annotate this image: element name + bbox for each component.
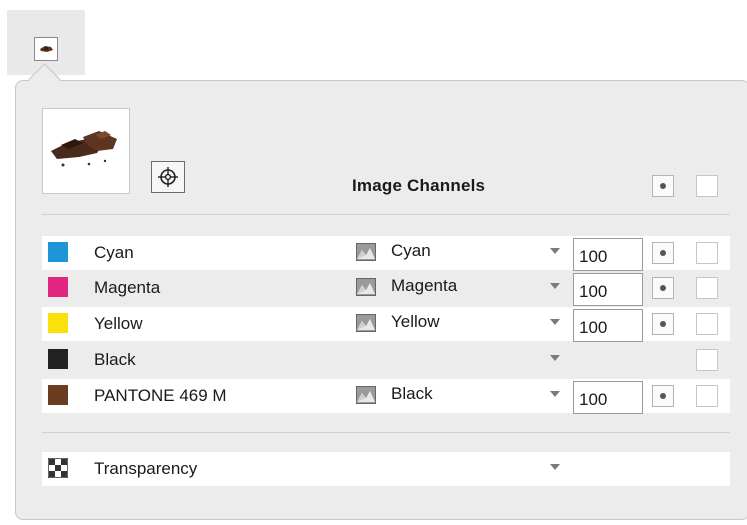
channel-checkbox[interactable] <box>696 385 718 407</box>
channel-checkbox[interactable] <box>696 242 718 264</box>
target-button[interactable] <box>151 161 185 193</box>
channel-row[interactable]: Black <box>42 343 730 377</box>
channel-name: PANTONE 469 M <box>94 386 227 405</box>
channel-color-swatch <box>48 313 68 333</box>
channel-radio[interactable] <box>652 277 674 299</box>
opacity-input[interactable]: 100 <box>573 238 643 271</box>
source-channel-label: Cyan <box>391 241 431 260</box>
image-channel-icon <box>356 314 376 332</box>
channel-checkbox[interactable] <box>696 277 718 299</box>
channel-row[interactable]: PANTONE 469 M Black 100 <box>42 379 730 414</box>
channel-radio[interactable] <box>652 242 674 264</box>
header-checkbox[interactable] <box>696 175 718 197</box>
source-dropdown-arrow[interactable] <box>550 283 560 289</box>
channel-color-swatch <box>48 385 68 405</box>
channel-checkbox[interactable] <box>696 313 718 335</box>
source-dropdown-arrow[interactable] <box>550 355 560 361</box>
chocolate-thumbnail-icon <box>34 37 58 61</box>
image-channel-icon <box>356 243 376 261</box>
channel-name: Yellow <box>94 314 143 333</box>
channel-radio[interactable] <box>652 385 674 407</box>
channel-checkbox[interactable] <box>696 349 718 371</box>
channel-radio[interactable] <box>652 313 674 335</box>
source-channel-label: Yellow <box>391 312 440 331</box>
transparency-row[interactable]: Transparency <box>42 452 730 486</box>
channel-row[interactable]: Yellow Yellow 100 <box>42 307 730 342</box>
divider <box>42 214 730 215</box>
channel-row[interactable]: Magenta Magenta 100 <box>42 271 730 306</box>
crosshair-icon <box>158 167 178 187</box>
opacity-input[interactable]: 100 <box>573 273 643 306</box>
channel-name: Magenta <box>94 278 161 297</box>
source-dropdown-arrow[interactable] <box>550 391 560 397</box>
transparency-label: Transparency <box>94 459 198 478</box>
header-radio[interactable] <box>652 175 674 197</box>
divider <box>42 432 730 433</box>
image-thumbnail <box>42 108 130 194</box>
image-channel-icon <box>356 386 376 404</box>
panel-title: Image Channels <box>352 176 486 195</box>
opacity-input[interactable]: 100 <box>573 381 643 414</box>
channel-color-swatch <box>48 242 68 262</box>
transparency-dropdown-arrow[interactable] <box>550 464 560 470</box>
channel-name: Black <box>94 350 136 369</box>
checkerboard-icon <box>47 457 69 479</box>
image-channel-icon <box>356 278 376 296</box>
source-channel-label: Magenta <box>391 276 458 295</box>
source-channel-label: Black <box>391 384 433 403</box>
channel-row[interactable]: Cyan Cyan 100 <box>42 236 730 271</box>
opacity-input[interactable]: 100 <box>573 309 643 342</box>
channel-color-swatch <box>48 277 68 297</box>
source-dropdown-arrow[interactable] <box>550 248 560 254</box>
channel-color-swatch <box>48 349 68 369</box>
source-dropdown-arrow[interactable] <box>550 319 560 325</box>
channel-name: Cyan <box>94 243 134 262</box>
